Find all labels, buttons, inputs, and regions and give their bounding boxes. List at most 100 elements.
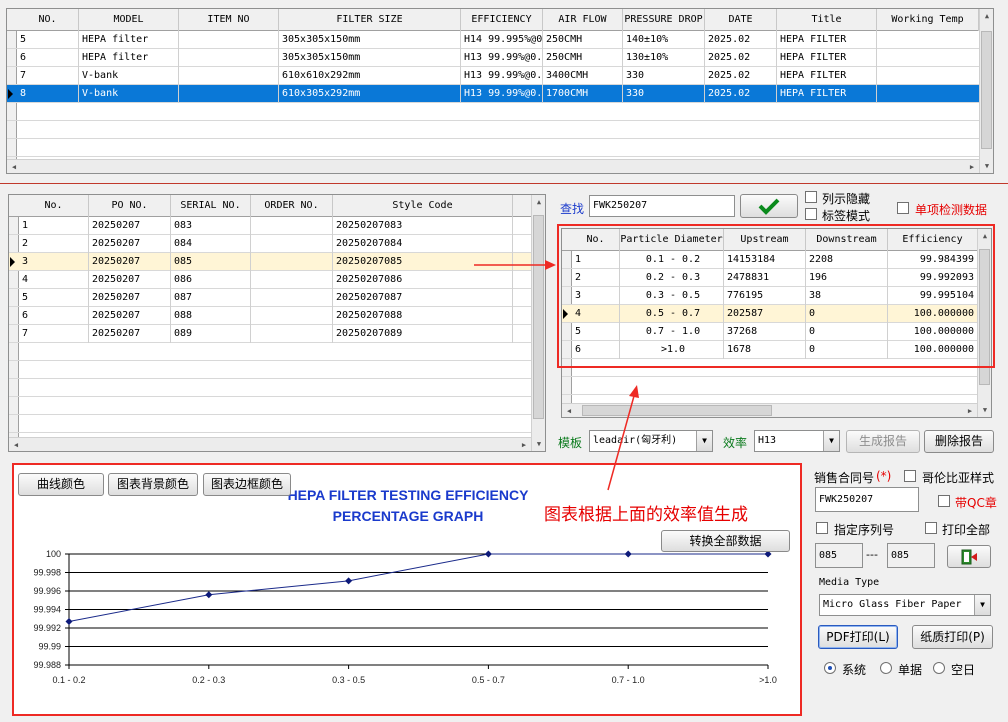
vertical-scrollbar[interactable]: ▲ ▼ — [531, 195, 545, 451]
header-no[interactable]: NO. — [17, 9, 79, 31]
search-confirm-button[interactable] — [740, 194, 798, 218]
radio-system-label: 系统 — [842, 663, 867, 677]
table-row[interactable] — [7, 103, 979, 121]
hide-columns-checkbox[interactable] — [805, 191, 817, 203]
table-row[interactable]: 7 20250207 089 20250207089 — [9, 325, 531, 343]
single-item-label: 单项检测数据 — [915, 203, 988, 217]
header-order-no[interactable]: ORDER NO. — [251, 195, 333, 217]
delete-report-button[interactable]: 删除报告 — [924, 430, 994, 453]
scroll-thumb[interactable] — [582, 405, 772, 416]
scroll-left-icon[interactable]: ◀ — [9, 438, 23, 451]
header-po-no[interactable]: PO NO. — [89, 195, 171, 217]
chevron-down-icon[interactable]: ▼ — [823, 431, 839, 451]
filter-model-table-header: NO. MODEL ITEM NO FILTER SIZE EFFICIENCY… — [7, 9, 993, 31]
table-row[interactable] — [562, 377, 977, 395]
scroll-thumb[interactable] — [533, 215, 544, 419]
table-row[interactable]: 6 20250207 088 20250207088 — [9, 307, 531, 325]
radio-single[interactable] — [880, 662, 892, 674]
with-qc-label: 带QC章 — [955, 496, 997, 510]
table-row[interactable]: 7 V-bank 610x610x292mm H13 99.99%@0. 340… — [7, 67, 981, 85]
table-row-selected[interactable]: 3 20250207 085 20250207085 — [9, 253, 531, 271]
table-row[interactable] — [7, 139, 979, 157]
header-model[interactable]: MODEL — [79, 9, 179, 31]
table-row-selected[interactable]: 8 V-bank 610x305x292mm H13 99.99%@0. 170… — [7, 85, 981, 103]
colombia-style-label: 哥伦比亚样式 — [922, 471, 995, 485]
serial-separator: --- — [866, 548, 878, 561]
table-row[interactable]: 5 HEPA filter 305x305x150mm H14 99.995%@… — [7, 31, 981, 49]
row-pointer-icon — [8, 89, 13, 99]
table-row[interactable] — [9, 379, 531, 397]
scroll-down-icon[interactable]: ▼ — [532, 437, 545, 451]
scroll-left-icon[interactable]: ◀ — [562, 404, 576, 417]
scroll-right-icon[interactable]: ▶ — [963, 404, 977, 417]
print-all-label: 打印全部 — [942, 523, 991, 537]
header-pressure-drop[interactable]: PRESSURE DROP — [623, 9, 705, 31]
scroll-left-icon[interactable]: ◀ — [7, 160, 21, 173]
serial-from-input[interactable]: 085 — [815, 543, 863, 568]
header-po-no-index[interactable]: No. — [19, 195, 89, 217]
scroll-up-icon[interactable]: ▲ — [532, 195, 545, 209]
scroll-right-icon[interactable]: ▶ — [517, 438, 531, 451]
header-style-code[interactable]: Style Code — [333, 195, 513, 217]
po-table[interactable]: No. PO NO. SERIAL NO. ORDER NO. Style Co… — [8, 194, 546, 452]
chevron-down-icon[interactable]: ▼ — [974, 595, 990, 615]
vertical-scrollbar[interactable]: ▲ ▼ — [979, 9, 993, 173]
serial-to-input[interactable]: 085 — [887, 543, 935, 568]
specify-serial-checkbox[interactable] — [816, 522, 828, 534]
table-row[interactable] — [9, 343, 531, 361]
exit-button[interactable] — [947, 545, 991, 568]
table-row[interactable] — [7, 121, 979, 139]
scroll-up-icon[interactable]: ▲ — [980, 9, 993, 23]
horizontal-scrollbar[interactable]: ◀ ▶ — [9, 437, 531, 451]
template-value: leadair(匈牙利) — [593, 435, 678, 446]
table-row[interactable]: 5 20250207 087 20250207087 — [9, 289, 531, 307]
table-row[interactable]: 1 20250207 083 20250207083 — [9, 217, 531, 235]
search-input[interactable]: FWK250207 — [589, 195, 735, 217]
radio-single-label: 单据 — [898, 663, 923, 677]
generate-report-button[interactable]: 生成报告 — [846, 430, 920, 453]
row-pointer-icon — [10, 257, 15, 267]
media-type-select[interactable]: Micro Glass Fiber Paper ▼ — [819, 594, 991, 616]
header-serial-no[interactable]: SERIAL NO. — [171, 195, 251, 217]
table-row[interactable] — [9, 415, 531, 433]
radio-blank[interactable] — [933, 662, 945, 674]
header-title[interactable]: Title — [777, 9, 877, 31]
header-filter-size[interactable]: FILTER SIZE — [279, 9, 461, 31]
print-all-checkbox[interactable] — [925, 522, 937, 534]
template-select[interactable]: leadair(匈牙利) ▼ — [589, 430, 713, 452]
scroll-thumb[interactable] — [981, 31, 992, 149]
table-row[interactable] — [9, 361, 531, 379]
section-divider — [0, 183, 1008, 184]
table-row[interactable]: 4 20250207 086 20250207086 — [9, 271, 531, 289]
colombia-style-checkbox[interactable] — [904, 470, 916, 482]
header-working-temp[interactable]: Working Temp — [877, 9, 979, 31]
filter-model-table[interactable]: NO. MODEL ITEM NO FILTER SIZE EFFICIENCY… — [6, 8, 994, 174]
radio-blank-label: 空日 — [951, 663, 976, 677]
header-date[interactable]: DATE — [705, 9, 777, 31]
chevron-down-icon[interactable]: ▼ — [696, 431, 712, 451]
scroll-right-icon[interactable]: ▶ — [965, 160, 979, 173]
chart-annotation: 图表根据上面的效率值生成 — [544, 505, 748, 525]
contract-number-input[interactable]: FWK250207 — [815, 487, 919, 512]
specify-serial-label: 指定序列号 — [834, 523, 895, 537]
media-type-label: Media Type — [819, 577, 880, 588]
required-mark: (*) — [876, 469, 892, 483]
efficiency-select[interactable]: H13 ▼ — [754, 430, 840, 452]
pdf-print-button[interactable]: PDF打印(L) — [818, 625, 898, 649]
scroll-down-icon[interactable]: ▼ — [980, 159, 993, 173]
table-row[interactable] — [9, 397, 531, 415]
single-item-checkbox[interactable] — [897, 202, 909, 214]
paper-print-button[interactable]: 纸质打印(P) — [912, 625, 993, 649]
horizontal-scrollbar[interactable]: ◀ ▶ — [562, 403, 977, 417]
search-label: 查找 — [560, 202, 585, 216]
radio-system[interactable] — [824, 662, 836, 674]
with-qc-checkbox[interactable] — [938, 495, 950, 507]
header-air-flow[interactable]: AIR FLOW — [543, 9, 623, 31]
table-row[interactable]: 6 HEPA filter 305x305x150mm H13 99.99%@0… — [7, 49, 981, 67]
scroll-down-icon[interactable]: ▼ — [978, 403, 991, 417]
header-item-no[interactable]: ITEM NO — [179, 9, 279, 31]
label-mode-checkbox[interactable] — [805, 208, 817, 220]
table-row[interactable]: 2 20250207 084 20250207084 — [9, 235, 531, 253]
header-efficiency[interactable]: EFFICIENCY — [461, 9, 543, 31]
horizontal-scrollbar[interactable]: ◀ ▶ — [7, 159, 979, 173]
